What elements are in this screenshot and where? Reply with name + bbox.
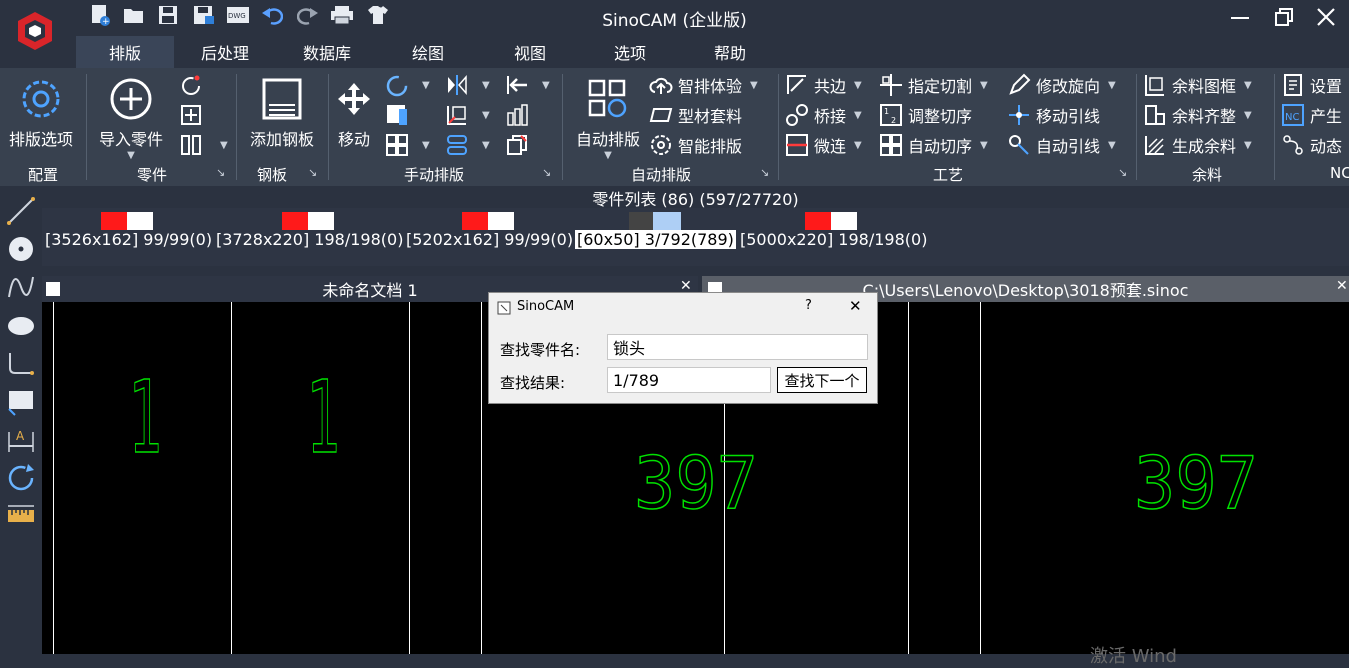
find-next-button[interactable]: 查找下一个 xyxy=(777,367,867,393)
find-result-field: 1/789 xyxy=(607,367,771,393)
dialog-close-button[interactable]: ✕ xyxy=(849,297,862,315)
activation-watermark: 激活 Wind xyxy=(1090,646,1177,667)
canvas-label: 1 xyxy=(128,359,162,476)
find-result-label: 查找结果: xyxy=(500,374,566,392)
part-name-label: 查找零件名: xyxy=(500,341,581,359)
canvas-label: 397 xyxy=(1134,441,1258,525)
help-button[interactable]: ? xyxy=(805,298,812,313)
canvas-label: 1 xyxy=(306,359,340,476)
canvas-label: 397 xyxy=(634,441,758,525)
dialog-title: SinoCAM xyxy=(517,299,575,314)
app-small-icon xyxy=(497,300,511,315)
find-part-dialog: SinoCAM ? ✕ 查找零件名: 锁头 查找结果: 1/789 查找下一个 xyxy=(488,292,878,404)
part-name-input[interactable]: 锁头 xyxy=(607,334,868,360)
